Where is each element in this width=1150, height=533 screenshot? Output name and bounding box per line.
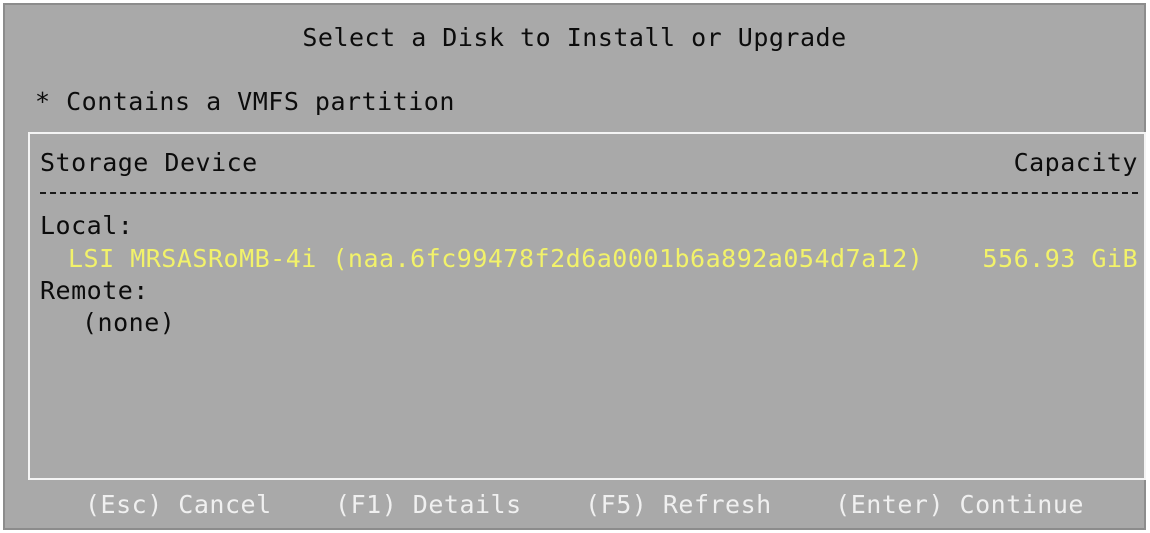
screen-title: Select a Disk to Install or Upgrade: [302, 23, 847, 52]
disk-row-selected[interactable]: LSI MRSASRoMB-4i (naa.6fc99478f2d6a0001b…: [68, 244, 1138, 273]
vmfs-legend: * Contains a VMFS partition: [35, 87, 455, 116]
device-capacity: 556.93 GiB: [982, 244, 1138, 273]
storage-device-header: Storage Device: [40, 148, 258, 177]
key-hints: (Esc) Cancel (F1) Details (F5) Refresh (…: [85, 490, 1084, 519]
local-group-label: Local:: [40, 211, 134, 240]
capacity-header: Capacity: [1013, 148, 1138, 177]
disk-list: Storage Device Capacity Local: LSI MRSAS…: [28, 132, 1146, 480]
installer-screen: Select a Disk to Install or Upgrade * Co…: [3, 3, 1146, 530]
remote-none-text: (none): [82, 308, 176, 337]
cancel-button[interactable]: (Esc) Cancel: [85, 490, 272, 519]
continue-button[interactable]: (Enter) Continue: [835, 490, 1084, 519]
refresh-button[interactable]: (F5) Refresh: [585, 490, 772, 519]
remote-group-label: Remote:: [40, 276, 149, 305]
details-button[interactable]: (F1) Details: [335, 490, 522, 519]
header-separator: [40, 192, 1138, 194]
table-header: Storage Device Capacity: [40, 148, 1138, 177]
device-name: LSI MRSASRoMB-4i (naa.6fc99478f2d6a0001b…: [68, 244, 924, 273]
